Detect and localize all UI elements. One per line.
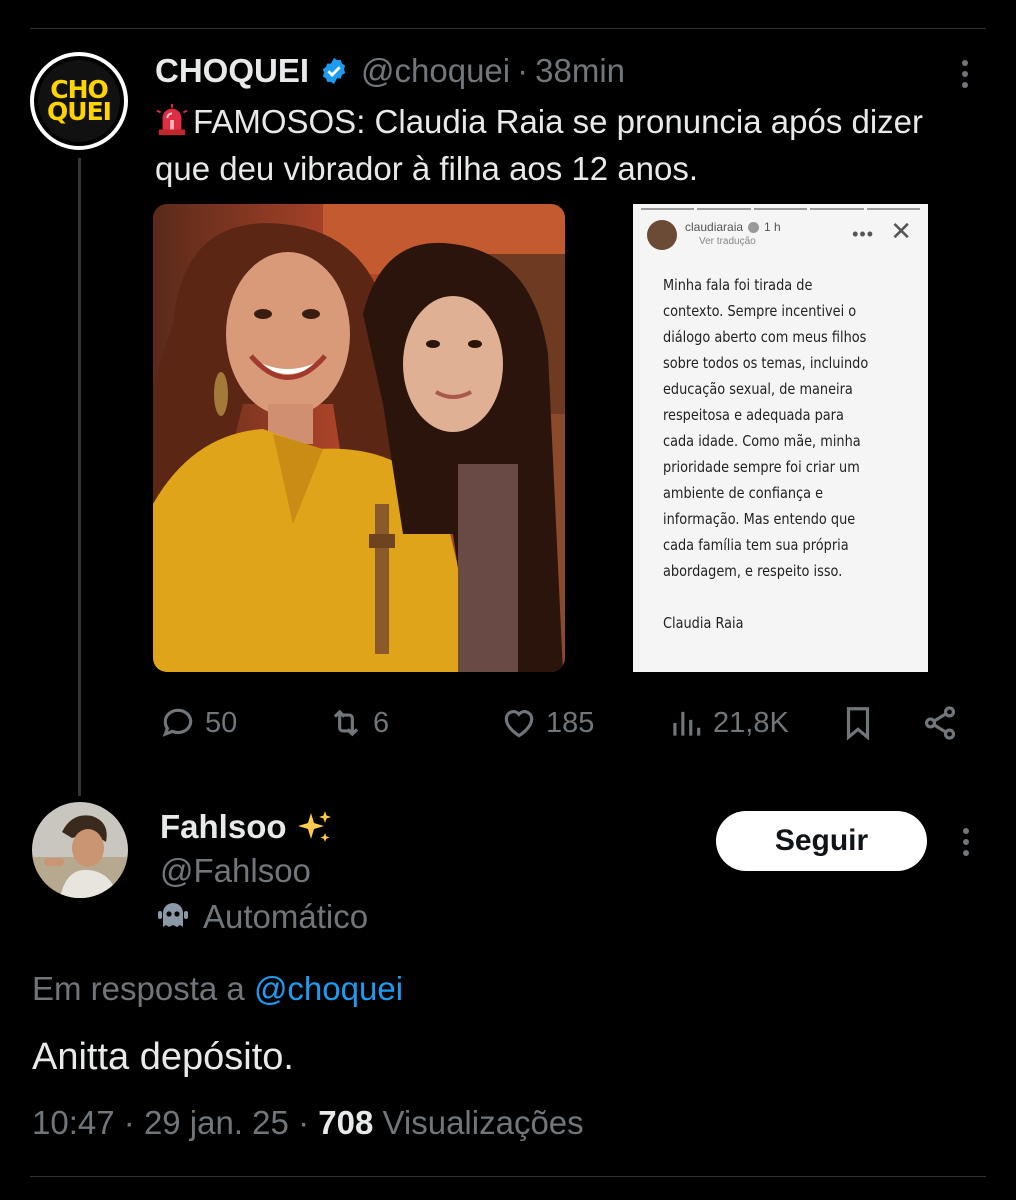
views-count: 21,8K <box>713 706 789 739</box>
retweet-button[interactable]: 6 <box>327 698 389 748</box>
avatar-logo-text-2: QUEI <box>47 97 112 126</box>
story-close-icon: ✕ <box>890 216 912 246</box>
reply-time[interactable]: 10:47 <box>32 1104 115 1141</box>
verified-badge-icon <box>322 57 346 85</box>
in-reply-handle-link[interactable]: @choquei <box>254 970 403 1007</box>
author-name[interactable]: CHOQUEI <box>155 52 309 90</box>
share-button[interactable] <box>921 698 959 748</box>
story-statement-text: Minha fala foi tirada de contexto. Sempr… <box>663 276 869 632</box>
reply-author-name-row[interactable]: Fahlsoo <box>160 808 333 846</box>
tweet-action-bar: 50 6 185 21,8K <box>155 698 970 748</box>
reply-meta: 10:47 · 29 jan. 25 · 708 Visualizações <box>32 1104 584 1142</box>
story-avatar <box>647 220 677 250</box>
more-icon[interactable] <box>960 60 970 88</box>
views-icon <box>673 711 701 736</box>
sparkles-emoji-icon <box>297 811 331 842</box>
fahlsoo-avatar[interactable] <box>32 802 128 898</box>
in-reply-prefix: Em resposta a <box>32 970 245 1007</box>
reply-author-handle[interactable]: @Fahlsoo <box>160 852 311 890</box>
story-screenshot[interactable]: claudiaraia 1 h Ver tradução ••• ✕ Minha… <box>633 204 928 672</box>
story-header: claudiaraia 1 h Ver tradução ••• ✕ <box>647 218 914 254</box>
tweet-photo[interactable] <box>153 204 565 672</box>
reply-views-count: 708 <box>318 1104 374 1141</box>
parent-tweet-text: FAMOSOS: Claudia Raia se pronuncia após … <box>155 98 985 192</box>
meta-separator-2: · <box>298 1104 310 1141</box>
like-button[interactable]: 185 <box>500 698 594 748</box>
siren-emoji-icon <box>156 103 188 136</box>
story-progress-bars <box>641 208 921 210</box>
bookmark-button[interactable] <box>839 698 877 748</box>
story-time: 1 h <box>764 220 781 234</box>
thread-line <box>78 158 81 796</box>
story-username-row: claudiaraia 1 h <box>685 220 781 234</box>
like-count: 185 <box>546 706 595 739</box>
reply-text: Anitta depósito. <box>32 1036 294 1078</box>
reply-button[interactable]: 50 <box>159 698 237 748</box>
reply-views-label: Visualizações <box>382 1104 584 1141</box>
tweet-time[interactable]: 38min <box>535 52 625 90</box>
share-icon <box>924 706 956 740</box>
meta-separator-1: · <box>123 1104 135 1141</box>
automated-text: Automático <box>203 898 369 935</box>
choquei-avatar[interactable]: CHO QUEI <box>30 52 128 150</box>
story-translate: Ver tradução <box>699 236 756 247</box>
reply-date[interactable]: 29 jan. 25 <box>144 1104 289 1141</box>
tweet-text-body: FAMOSOS: Claudia Raia se pronuncia após … <box>155 103 924 187</box>
automated-account-label[interactable]: Automático <box>155 898 368 936</box>
bookmark-icon <box>846 707 870 741</box>
reply-icon <box>162 708 193 737</box>
reply-more-icon[interactable] <box>961 828 971 856</box>
like-icon <box>504 710 534 738</box>
story-username: claudiaraia <box>685 220 744 234</box>
views-button[interactable]: 21,8K <box>667 698 789 748</box>
story-verified-icon <box>748 221 760 233</box>
reply-count: 50 <box>205 706 238 739</box>
bot-icon <box>158 903 188 927</box>
follow-button[interactable]: Seguir <box>716 811 927 871</box>
photo-illustration <box>153 204 565 672</box>
retweet-count: 6 <box>373 706 390 739</box>
parent-tweet-header: CHOQUEI @choquei · 38min <box>155 50 625 92</box>
author-handle[interactable]: @choquei <box>361 52 510 90</box>
separator-dot: · <box>517 52 529 89</box>
story-more-icon: ••• <box>852 224 874 244</box>
bottom-divider <box>30 1176 986 1177</box>
retweet-icon <box>333 709 359 737</box>
avatar-photo <box>32 802 128 898</box>
reply-author-name[interactable]: Fahlsoo <box>160 808 287 846</box>
top-divider <box>30 28 986 29</box>
in-reply-to: Em resposta a @choquei <box>32 970 403 1008</box>
